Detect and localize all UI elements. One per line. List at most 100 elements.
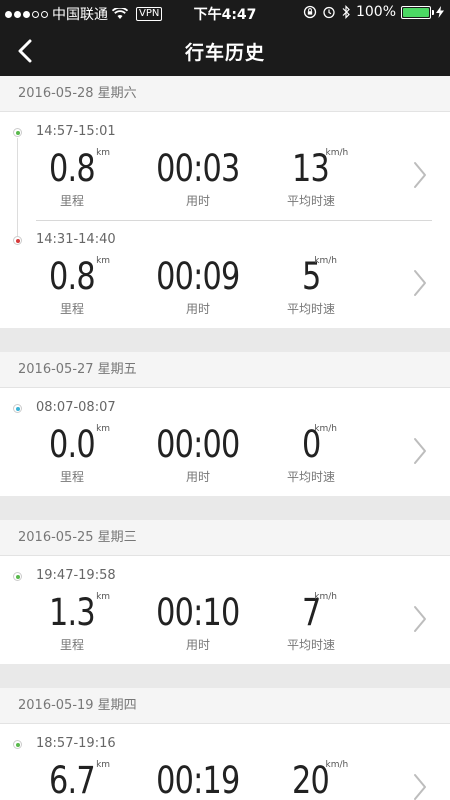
status-dot-icon	[13, 404, 22, 413]
speed-unit: km/h	[325, 148, 349, 158]
day-group: 2016-05-19 星期四 18:57-19:16 6.7km里程 00:19用时 2…	[0, 688, 450, 800]
speed-unit: km/h	[314, 256, 337, 266]
distance-value-row: 1.3 km	[44, 591, 110, 634]
chevron-right-icon[interactable]	[412, 436, 428, 466]
alarm-icon	[323, 6, 335, 19]
distance-value: 0.8	[49, 255, 96, 298]
speed-label: 平均时速	[286, 638, 335, 652]
date-header: 2016-05-19 星期四	[0, 688, 450, 724]
speed-value-row: 5 km/h	[300, 256, 337, 298]
chevron-right-icon[interactable]	[412, 604, 428, 634]
trip-time-range: 14:57-15:01	[36, 124, 116, 139]
duration-value-row: 00:10	[147, 592, 249, 634]
distance-metric: 6.7km里程	[42, 759, 110, 800]
duration-value: 00:03	[156, 147, 240, 190]
speed-unit: km/h	[314, 592, 337, 602]
distance-metric: 1.3 km 里程	[42, 591, 110, 653]
chevron-right-icon[interactable]	[412, 268, 428, 298]
status-bar: 中国联通 VPN 下午4:47 100%	[0, 0, 450, 26]
trip-row[interactable]: 18:57-19:16 6.7km里程 00:19用时 20km/h平均时速	[0, 724, 450, 800]
distance-value-row: 6.7 km	[44, 759, 110, 800]
speed-metric: 13 km/h 平均时速	[278, 147, 349, 209]
charging-icon	[436, 6, 444, 18]
speed-label: 平均时速	[286, 302, 335, 316]
distance-label: 里程	[59, 194, 84, 208]
duration-metric: 00:03 用时	[145, 148, 251, 209]
day-group: 2016-05-28 星期六 14:57-15:01 0.8 km 里程 00:03 用时 1…	[0, 76, 450, 328]
distance-unit: km	[96, 760, 111, 770]
distance-label: 里程	[59, 638, 84, 652]
duration-value-row: 00:03	[147, 148, 249, 190]
speed-value-row: 0 km/h	[300, 424, 337, 466]
distance-value: 0.8	[49, 147, 96, 190]
distance-value-row: 0.0 km	[44, 423, 110, 466]
distance-value: 1.3	[49, 591, 96, 634]
status-dot-icon	[13, 236, 22, 245]
battery-icon	[401, 5, 434, 19]
trip-time-range: 19:47-19:58	[36, 568, 116, 583]
speed-metric: 20km/h平均时速	[278, 759, 349, 800]
duration-metric: 00:19用时	[145, 760, 251, 800]
distance-unit: km	[96, 256, 111, 266]
date-header: 2016-05-25 星期三	[0, 520, 450, 556]
speed-value-row: 13 km/h	[288, 147, 349, 190]
rotation-lock-icon	[303, 5, 317, 19]
timeline-line	[17, 138, 18, 220]
page-title: 行车历史	[184, 42, 265, 64]
distance-value: 6.7	[49, 759, 96, 800]
speed-metric: 7 km/h 平均时速	[278, 592, 344, 653]
distance-unit: km	[96, 148, 111, 158]
date-header: 2016-05-27 星期五	[0, 352, 450, 388]
speed-metric: 0 km/h 平均时速	[278, 424, 344, 485]
chevron-right-icon[interactable]	[412, 160, 428, 190]
battery-percent: 100%	[355, 4, 396, 20]
distance-value-row: 0.8 km	[44, 147, 110, 190]
speed-value-row: 20 km/h	[288, 759, 349, 800]
status-right: 100%	[303, 4, 444, 20]
distance-unit: km	[96, 592, 111, 602]
duration-label: 用时	[185, 194, 210, 208]
duration-value-row: 00:19	[147, 760, 249, 800]
speed-value-row: 7 km/h	[300, 592, 337, 634]
duration-value-row: 00:00	[147, 424, 249, 466]
speed-label: 平均时速	[286, 194, 335, 208]
speed-value: 20	[292, 759, 331, 800]
day-group: 2016-05-27 星期五 08:07-08:07 0.0 km 里程 00:00 用时 0…	[0, 352, 450, 496]
trip-row[interactable]: 19:47-19:58 1.3 km 里程 00:10 用时 7 km/h 平均时速	[0, 556, 450, 664]
speed-metric: 5 km/h 平均时速	[278, 256, 344, 317]
trip-history-list[interactable]: 2016-05-28 星期六 14:57-15:01 0.8 km 里程 00:03 用时 1…	[0, 76, 450, 800]
date-header: 2016-05-28 星期六	[0, 76, 450, 112]
trip-row[interactable]: 14:31-14:40 0.8 km 里程 00:09 用时 5 km/h 平均时速	[0, 220, 450, 328]
distance-metric: 0.8 km 里程	[42, 147, 110, 209]
trip-time-range: 18:57-19:16	[36, 736, 116, 751]
trip-time-range: 08:07-08:07	[36, 400, 116, 415]
battery-level	[403, 7, 429, 17]
distance-label: 里程	[59, 302, 84, 316]
duration-metric: 00:10 用时	[145, 592, 251, 653]
distance-value-row: 0.8 km	[44, 255, 110, 298]
trip-list: 14:57-15:01 0.8 km 里程 00:03 用时 13 km/h 平均时速 14:31…	[0, 112, 450, 328]
chevron-right-icon[interactable]	[412, 772, 428, 800]
status-dot-icon	[13, 572, 22, 581]
distance-unit: km	[96, 424, 111, 434]
trip-list: 08:07-08:07 0.0 km 里程 00:00 用时 0 km/h 平均时速	[0, 388, 450, 496]
bluetooth-icon	[342, 5, 350, 19]
duration-value-row: 00:09	[147, 256, 249, 298]
trip-row[interactable]: 14:57-15:01 0.8 km 里程 00:03 用时 13 km/h 平均时速	[0, 112, 450, 220]
trip-list: 18:57-19:16 6.7km里程 00:19用时 20km/h平均时速	[0, 724, 450, 800]
duration-value: 00:00	[156, 423, 240, 466]
duration-label: 用时	[185, 638, 210, 652]
nav-bar: 行车历史	[0, 26, 450, 76]
duration-value: 00:10	[156, 591, 240, 634]
distance-metric: 0.8 km 里程	[42, 255, 110, 317]
duration-metric: 00:00 用时	[145, 424, 251, 485]
trip-row[interactable]: 08:07-08:07 0.0 km 里程 00:00 用时 0 km/h 平均时速	[0, 388, 450, 496]
duration-metric: 00:09 用时	[145, 256, 251, 317]
status-dot-icon	[13, 740, 22, 749]
distance-value: 0.0	[49, 423, 96, 466]
duration-label: 用时	[185, 302, 210, 316]
trip-list: 19:47-19:58 1.3 km 里程 00:10 用时 7 km/h 平均时速	[0, 556, 450, 664]
speed-value: 13	[292, 147, 331, 190]
speed-unit: km/h	[325, 760, 349, 770]
trip-time-range: 14:31-14:40	[36, 232, 116, 247]
